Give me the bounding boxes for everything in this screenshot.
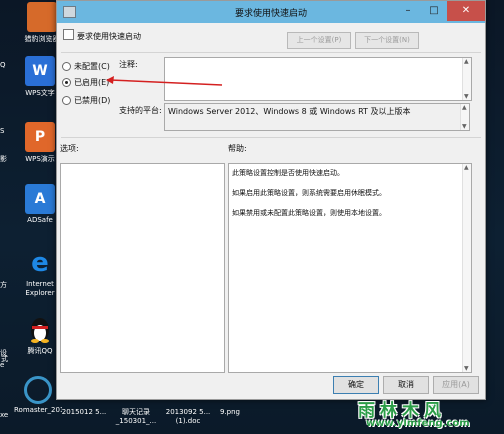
policy-setting-icon — [63, 29, 74, 40]
qq-penguin-icon — [25, 314, 55, 344]
divider — [61, 52, 481, 53]
radio-label: 已禁用(D) — [74, 96, 111, 105]
help-label: 帮助: — [228, 144, 247, 153]
help-scrollbar[interactable]: ▲ ▼ — [462, 164, 471, 372]
radio-selected-icon — [62, 78, 71, 87]
desktop-file[interactable]: 2013092 5...(1).doc — [164, 408, 212, 426]
cancel-button[interactable]: 取消 — [383, 376, 429, 394]
comment-textarea[interactable]: ▲ ▼ — [164, 57, 472, 101]
help-text: 此策略设置控制是否使用快速启动。 — [232, 169, 344, 177]
file-name: 2013092 5...(1).doc — [165, 408, 211, 425]
comment-label: 注释: — [119, 60, 138, 69]
maximize-icon[interactable]: □ — [421, 1, 447, 21]
radio-disabled[interactable]: 已禁用(D) — [62, 95, 110, 106]
desktop-file[interactable]: 9.png — [206, 408, 254, 417]
scroll-up-icon[interactable]: ▲ — [464, 58, 469, 65]
radio-label: 已启用(E) — [74, 78, 110, 87]
adsafe-icon: A — [25, 184, 55, 214]
file-name: 9.png — [219, 408, 240, 416]
platform-scrollbar[interactable]: ▲ ▼ — [460, 104, 469, 130]
options-panel — [60, 163, 225, 373]
policy-name-label: 要求使用快速启动 — [77, 32, 141, 41]
edge-label: 影 — [0, 155, 7, 163]
scroll-up-icon[interactable]: ▲ — [462, 104, 467, 111]
radio-not-configured[interactable]: 未配置(C) — [62, 61, 110, 72]
desktop-file[interactable]: 2015012 5... — [60, 408, 108, 417]
wps-presentation-icon: P — [25, 122, 55, 152]
liebao-browser-icon — [27, 2, 57, 32]
help-text: 如果启用此策略设置，则系统需要启用休眠模式。 — [232, 189, 386, 197]
edge-label: 方 — [0, 281, 7, 289]
file-name: 2015012 5... — [61, 408, 107, 416]
dialog-titlebar[interactable]: 要求使用快速启动 – □ ✕ — [57, 1, 485, 23]
ok-button[interactable]: 确定 — [333, 376, 379, 394]
options-label: 选项: — [60, 144, 79, 153]
desktop-icon-label: Romaster_2015... — [14, 406, 62, 414]
close-icon[interactable]: ✕ — [447, 1, 485, 21]
qq-penguin-svg — [31, 318, 49, 343]
previous-setting-button[interactable]: 上一个设置(P) — [287, 32, 351, 49]
minimize-icon[interactable]: – — [395, 1, 421, 21]
apply-button[interactable]: 应用(A) — [433, 376, 479, 394]
next-setting-button[interactable]: 下一个设置(N) — [355, 32, 419, 49]
romaster-disc-icon — [24, 376, 52, 404]
scroll-down-icon[interactable]: ▼ — [462, 123, 467, 130]
site-watermark: 雨林木风 www.ylmfeng.com — [356, 396, 496, 432]
help-text: 如果禁用或未配置此策略设置，则使用本地设置。 — [232, 209, 386, 217]
policy-name-header: 要求使用快速启动 — [63, 29, 141, 42]
scroll-down-icon[interactable]: ▼ — [464, 93, 469, 100]
internet-explorer-icon: e — [31, 248, 49, 278]
radio-enabled[interactable]: 已启用(E) — [62, 77, 109, 88]
file-name: 聊天记录_150301_... — [115, 408, 157, 425]
help-panel: 此策略设置控制是否使用快速启动。 如果启用此策略设置，则系统需要启用休眠模式。 … — [228, 163, 472, 373]
desktop-icon-romaster[interactable]: Romaster_2015... — [14, 376, 62, 414]
scroll-down-icon[interactable]: ▼ — [464, 365, 469, 372]
edge-label: S — [0, 127, 5, 135]
wps-writer-icon: W — [25, 56, 55, 86]
scroll-up-icon[interactable]: ▲ — [464, 164, 469, 171]
radio-circle-icon — [62, 62, 71, 71]
divider — [61, 137, 481, 138]
supported-platform-box: Windows Server 2012、Windows 8 或 Windows … — [164, 103, 470, 131]
edge-label: xe — [0, 411, 9, 419]
edge-label: Q — [0, 61, 6, 69]
policy-setting-dialog: 要求使用快速启动 – □ ✕ 要求使用快速启动 上一个设置(P) 下一个设置(N… — [56, 0, 486, 400]
radio-label: 未配置(C) — [74, 62, 110, 71]
comment-scrollbar[interactable]: ▲ ▼ — [462, 58, 471, 100]
desktop-file[interactable]: 聊天记录_150301_... — [112, 408, 160, 426]
supported-platform-value: Windows Server 2012、Windows 8 或 Windows … — [168, 107, 411, 116]
edge-label: 式 — [1, 355, 8, 363]
supported-platform-label: 支持的平台: — [119, 106, 162, 115]
watermark-url: www.ylmfeng.com — [366, 418, 470, 429]
radio-circle-icon — [62, 96, 71, 105]
